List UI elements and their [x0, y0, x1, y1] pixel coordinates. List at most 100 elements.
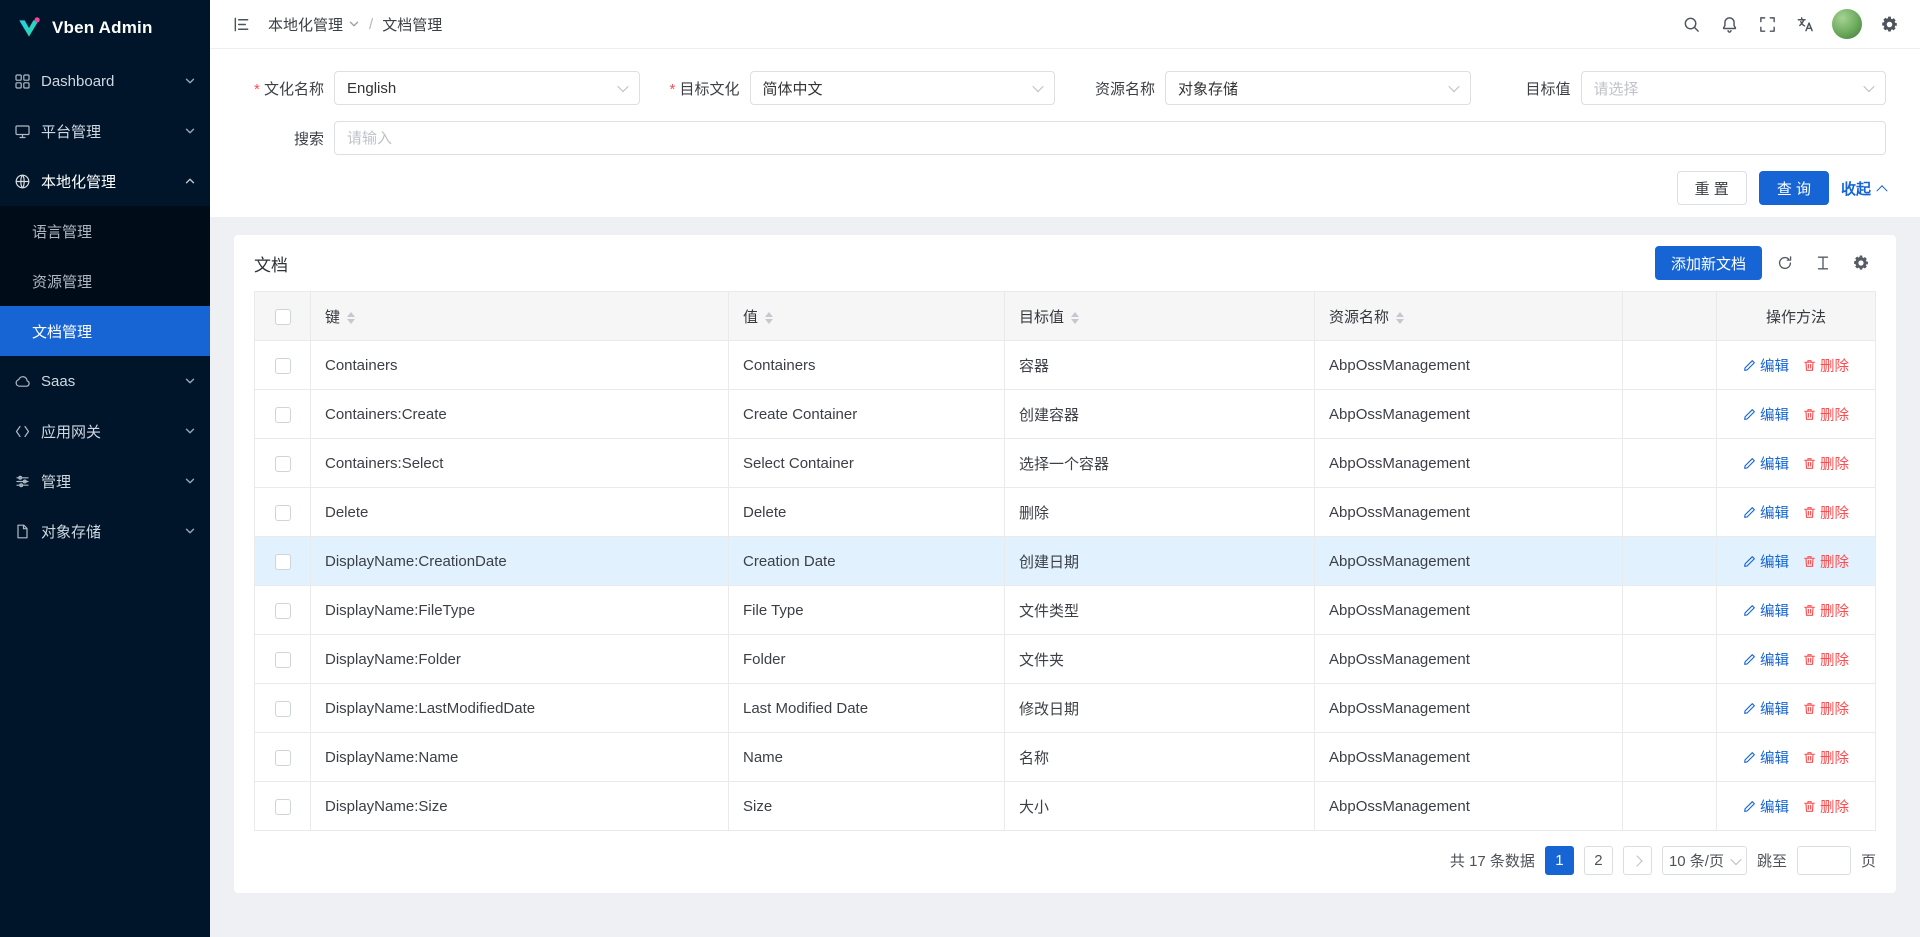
- row-checkbox[interactable]: [275, 701, 291, 717]
- sidebar-item-gateway[interactable]: 应用网关: [0, 406, 210, 456]
- column-header-resource[interactable]: 资源名称: [1315, 292, 1623, 341]
- culture-name-select[interactable]: English: [334, 71, 640, 105]
- row-checkbox[interactable]: [275, 652, 291, 668]
- table-row[interactable]: DisplayName:Name Name 名称 AbpOssManagemen…: [255, 733, 1876, 782]
- chevron-down-icon: [1448, 81, 1459, 92]
- row-checkbox[interactable]: [275, 603, 291, 619]
- search-button[interactable]: [1674, 7, 1708, 41]
- edit-button[interactable]: 编辑: [1743, 600, 1789, 621]
- target-culture-label: 目标文化: [640, 78, 750, 99]
- jump-page-input[interactable]: [1797, 846, 1851, 875]
- row-checkbox[interactable]: [275, 505, 291, 521]
- column-header-value[interactable]: 值: [729, 292, 1005, 341]
- delete-button[interactable]: 删除: [1803, 355, 1849, 376]
- avatar[interactable]: [1832, 9, 1862, 39]
- sidebar-item-language-management[interactable]: 语言管理: [0, 206, 210, 256]
- fullscreen-button[interactable]: [1750, 7, 1784, 41]
- edit-button[interactable]: 编辑: [1743, 355, 1789, 376]
- sidebar-item-object-storage[interactable]: 对象存储: [0, 506, 210, 556]
- delete-button[interactable]: 删除: [1803, 747, 1849, 768]
- table-row[interactable]: DisplayName:Folder Folder 文件夹 AbpOssMana…: [255, 635, 1876, 684]
- edit-button[interactable]: 编辑: [1743, 551, 1789, 572]
- breadcrumb-parent[interactable]: 本地化管理: [268, 14, 360, 35]
- edit-button[interactable]: 编辑: [1743, 796, 1789, 817]
- table-row[interactable]: Containers:Create Create Container 创建容器 …: [255, 390, 1876, 439]
- table-row[interactable]: Containers:Select Select Container 选择一个容…: [255, 439, 1876, 488]
- reset-button[interactable]: 重 置: [1677, 171, 1747, 205]
- cell-resource: AbpOssManagement: [1315, 782, 1623, 831]
- edit-button[interactable]: 编辑: [1743, 649, 1789, 670]
- cell-spacer: [1623, 488, 1717, 537]
- row-checkbox[interactable]: [275, 407, 291, 423]
- sidebar-item-platform[interactable]: 平台管理: [0, 106, 210, 156]
- delete-button[interactable]: 删除: [1803, 649, 1849, 670]
- sidebar-item-localization[interactable]: 本地化管理: [0, 156, 210, 206]
- row-checkbox[interactable]: [275, 456, 291, 472]
- row-checkbox[interactable]: [275, 358, 291, 374]
- cell-target: 大小: [1005, 782, 1315, 831]
- page-size-select[interactable]: 10 条/页: [1662, 846, 1747, 875]
- row-checkbox[interactable]: [275, 750, 291, 766]
- sort-icon: [1396, 312, 1404, 324]
- edit-button[interactable]: 编辑: [1743, 453, 1789, 474]
- table-row[interactable]: Delete Delete 删除 AbpOssManagement 编辑删除: [255, 488, 1876, 537]
- delete-button[interactable]: 删除: [1803, 453, 1849, 474]
- resource-name-select[interactable]: 对象存储: [1165, 71, 1471, 105]
- cell-spacer: [1623, 635, 1717, 684]
- cell-value: Folder: [729, 635, 1005, 684]
- sidebar-item-resource-management[interactable]: 资源管理: [0, 256, 210, 306]
- table-row[interactable]: DisplayName:LastModifiedDate Last Modifi…: [255, 684, 1876, 733]
- next-page-button[interactable]: [1623, 846, 1652, 875]
- row-checkbox[interactable]: [275, 554, 291, 570]
- row-height-button[interactable]: [1808, 248, 1838, 278]
- row-checkbox[interactable]: [275, 799, 291, 815]
- card-header: 文档 添加新文档: [254, 235, 1876, 291]
- table-header-row: 键 值 目标值 资源名称 操作方法: [255, 292, 1876, 341]
- column-header-target[interactable]: 目标值: [1005, 292, 1315, 341]
- refresh-button[interactable]: [1770, 248, 1800, 278]
- table-row-highlighted[interactable]: DisplayName:CreationDate Creation Date 创…: [255, 537, 1876, 586]
- table-row[interactable]: DisplayName:Size Size 大小 AbpOssManagemen…: [255, 782, 1876, 831]
- table-row[interactable]: DisplayName:FileType File Type 文件类型 AbpO…: [255, 586, 1876, 635]
- collapse-link[interactable]: 收起: [1841, 178, 1886, 199]
- delete-button[interactable]: 删除: [1803, 796, 1849, 817]
- delete-button[interactable]: 删除: [1803, 551, 1849, 572]
- query-button[interactable]: 查 询: [1759, 171, 1829, 205]
- platform-icon: [14, 123, 31, 140]
- notification-button[interactable]: [1712, 7, 1746, 41]
- header-tools: [1674, 7, 1906, 41]
- column-header-key[interactable]: 键: [311, 292, 729, 341]
- page-button-2[interactable]: 2: [1584, 846, 1613, 875]
- target-culture-select[interactable]: 简体中文: [750, 71, 1056, 105]
- sidebar-item-management[interactable]: 管理: [0, 456, 210, 506]
- page-button-1[interactable]: 1: [1545, 846, 1574, 875]
- edit-button[interactable]: 编辑: [1743, 502, 1789, 523]
- edit-button[interactable]: 编辑: [1743, 698, 1789, 719]
- select-all-checkbox[interactable]: [275, 309, 291, 325]
- settings-button[interactable]: [1872, 7, 1906, 41]
- delete-button[interactable]: 删除: [1803, 698, 1849, 719]
- chevron-down-icon: [184, 75, 196, 87]
- table-row[interactable]: Containers Containers 容器 AbpOssManagemen…: [255, 341, 1876, 390]
- column-settings-button[interactable]: [1846, 248, 1876, 278]
- edit-button[interactable]: 编辑: [1743, 747, 1789, 768]
- delete-button[interactable]: 删除: [1803, 600, 1849, 621]
- logo[interactable]: Vben Admin: [0, 0, 210, 56]
- sidebar-item-dashboard[interactable]: Dashboard: [0, 56, 210, 106]
- target-value-select[interactable]: 请选择: [1581, 71, 1887, 105]
- refresh-icon: [1776, 254, 1794, 272]
- sidebar-item-saas[interactable]: Saas: [0, 356, 210, 406]
- chevron-down-icon: [184, 525, 196, 537]
- search-input[interactable]: [334, 121, 1886, 155]
- sidebar-item-document-management[interactable]: 文档管理: [0, 306, 210, 356]
- cell-key: DisplayName:LastModifiedDate: [311, 684, 729, 733]
- cell-value: Name: [729, 733, 1005, 782]
- delete-button[interactable]: 删除: [1803, 404, 1849, 425]
- translate-button[interactable]: [1788, 7, 1822, 41]
- edit-button[interactable]: 编辑: [1743, 404, 1789, 425]
- delete-button[interactable]: 删除: [1803, 502, 1849, 523]
- menu-fold-button[interactable]: [224, 7, 258, 41]
- cell-value: Last Modified Date: [729, 684, 1005, 733]
- add-document-button[interactable]: 添加新文档: [1655, 246, 1762, 280]
- cell-spacer: [1623, 733, 1717, 782]
